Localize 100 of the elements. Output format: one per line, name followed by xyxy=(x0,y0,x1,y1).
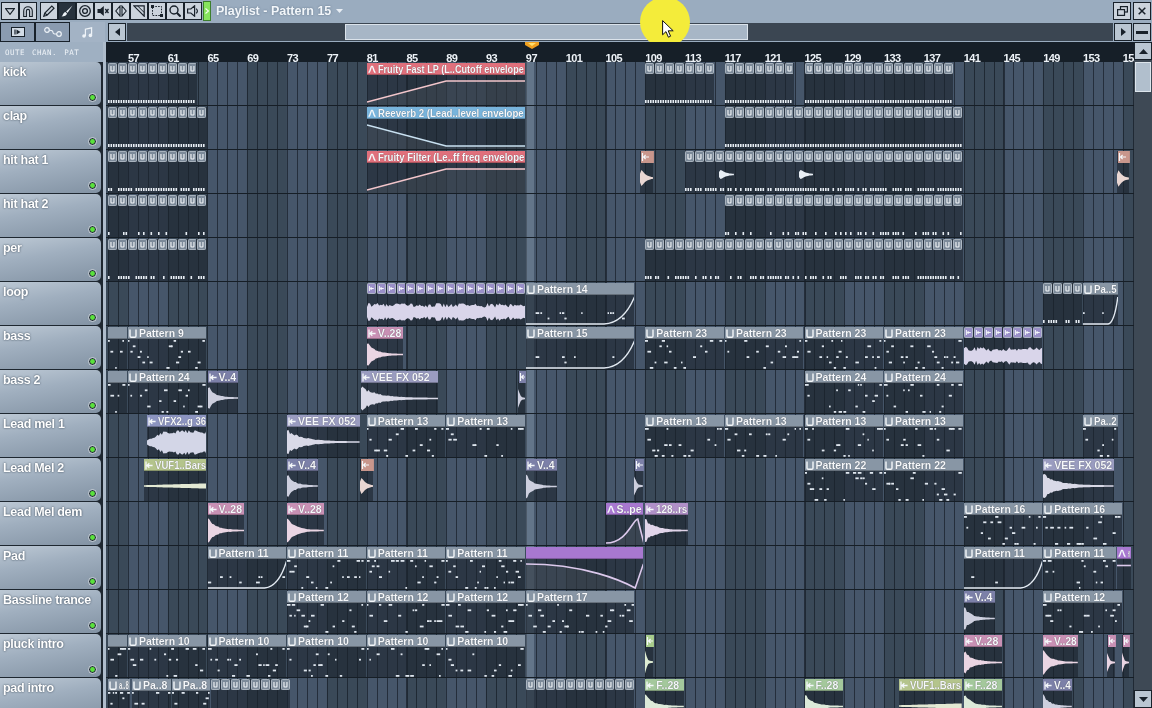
pattern-clip[interactable]: Pattern 13 xyxy=(884,415,963,457)
minus-button[interactable] xyxy=(1133,23,1151,41)
audio-clip[interactable] xyxy=(634,459,644,501)
pattern-clip[interactable] xyxy=(108,327,127,369)
pattern-clip-group[interactable] xyxy=(211,679,291,708)
audio-clip[interactable] xyxy=(1121,635,1129,677)
pattern-clip[interactable]: Pattern 13 xyxy=(724,415,804,457)
pattern-clip[interactable]: Pattern 17 xyxy=(525,591,635,633)
pattern-clip[interactable]: Pattern 12 xyxy=(446,591,525,633)
tool-button[interactable] xyxy=(58,2,76,20)
pattern-clip[interactable]: Pattern 13 xyxy=(645,415,724,457)
close-button[interactable] xyxy=(1133,2,1151,20)
restore-button[interactable] xyxy=(1113,2,1131,20)
pattern-clip[interactable]: Pattern 15 xyxy=(525,327,635,369)
pattern-clip-group[interactable] xyxy=(645,63,714,105)
pattern-clip[interactable]: Pattern 11 xyxy=(366,547,446,589)
track-header[interactable]: bass xyxy=(0,326,101,369)
track-header[interactable]: Pad xyxy=(0,546,101,589)
menu-button[interactable] xyxy=(1,2,19,20)
scrollbar-thumb[interactable] xyxy=(1135,62,1151,92)
audio-clip[interactable]: VEE FX 052 xyxy=(287,415,360,457)
track-header[interactable]: Lead mel 1 xyxy=(0,414,101,457)
pattern-clip[interactable]: Pattern 11 xyxy=(207,547,287,589)
pattern-clip[interactable]: Pattern 22 xyxy=(884,459,963,501)
automation-clip[interactable]: en xyxy=(1116,547,1131,589)
pattern-clip-group[interactable] xyxy=(108,239,207,281)
pattern-clip[interactable]: Pattern 16 xyxy=(1043,503,1122,545)
audio-clip[interactable] xyxy=(645,635,654,677)
pattern-clip-group[interactable] xyxy=(108,195,207,237)
audio-clip[interactable]: V..28 xyxy=(963,635,1003,677)
pattern-clip[interactable] xyxy=(108,371,127,413)
track-header[interactable]: bass 2 xyxy=(0,370,101,413)
pattern-clip[interactable]: Pattern 10 xyxy=(366,635,446,677)
pattern-clip[interactable]: Pattern 24 xyxy=(804,371,884,413)
audio-clip[interactable]: VUF1..Bars xyxy=(143,459,207,501)
pattern-clip[interactable]: Pattern 22 xyxy=(804,459,884,501)
snap-button[interactable] xyxy=(19,2,37,20)
pattern-clip[interactable]: Pattern 10 xyxy=(287,635,366,677)
pattern-clip-group[interactable] xyxy=(1043,283,1083,325)
pattern-clip[interactable]: Pattern 12 xyxy=(1043,591,1122,633)
track-header[interactable]: loop xyxy=(0,282,101,325)
view-tab[interactable] xyxy=(35,22,70,42)
pattern-clip-group[interactable] xyxy=(108,151,207,193)
automation-clip[interactable] xyxy=(525,547,644,589)
track-header[interactable]: pluck intro xyxy=(0,634,101,677)
audio-clip[interactable]: F..28 xyxy=(804,679,844,708)
audio-clip[interactable]: V..4 xyxy=(287,459,318,501)
audio-clip[interactable] xyxy=(1106,635,1115,677)
tool-button[interactable] xyxy=(94,2,112,20)
scroll-left-button[interactable] xyxy=(108,23,126,41)
scroll-up-button[interactable] xyxy=(1134,42,1152,60)
pattern-clip[interactable]: Pattern 11 xyxy=(446,547,525,589)
timeline-ruler[interactable]: 57 61 65 69 73 77 81 85 89 93 97 101 105 109 113 117 121 125 129 133 137 141 145 149 153 15 xyxy=(106,42,1134,62)
pattern-clip[interactable]: Pa..8 xyxy=(171,679,211,708)
audio-clip[interactable]: V..28 xyxy=(287,503,324,545)
pattern-clip[interactable]: a..8 xyxy=(108,679,130,708)
track-header[interactable]: pad intro xyxy=(0,678,101,708)
pattern-clip[interactable]: Pattern 11 xyxy=(287,547,366,589)
tool-button[interactable] xyxy=(166,2,184,20)
audio-clip[interactable]: V..28 xyxy=(207,503,245,545)
track-header[interactable]: hit hat 1 xyxy=(0,150,101,193)
pattern-clip-group[interactable] xyxy=(724,107,963,149)
pattern-clip-group[interactable] xyxy=(108,107,207,149)
audio-clip[interactable]: F..28 xyxy=(645,679,685,708)
pattern-clip[interactable]: Pattern 10 xyxy=(207,635,287,677)
audio-clip-group[interactable] xyxy=(366,283,525,325)
pattern-clip[interactable]: Pattern 16 xyxy=(963,503,1043,545)
pattern-clip[interactable]: Pattern 14 xyxy=(525,283,635,325)
audio-clip[interactable] xyxy=(1116,151,1129,193)
track-header[interactable]: Lead Mel dem xyxy=(0,502,101,545)
pattern-clip[interactable]: Pattern 12 xyxy=(287,591,366,633)
pattern-clip[interactable]: Pa..8 xyxy=(131,679,171,708)
tool-button[interactable] xyxy=(112,2,130,20)
pattern-clip-group[interactable] xyxy=(804,63,953,105)
pattern-clip[interactable]: Pattern 23 xyxy=(884,327,963,369)
track-header[interactable]: Lead Mel 2 xyxy=(0,458,101,501)
pattern-clip[interactable]: Pattern 23 xyxy=(645,327,724,369)
pattern-clip[interactable]: Pattern 10 xyxy=(446,635,525,677)
pattern-clip[interactable]: Pattern 11 xyxy=(963,547,1043,589)
automation-clip[interactable]: S..pe xyxy=(605,503,644,545)
audio-clip[interactable]: V..4 xyxy=(1043,679,1073,708)
pattern-clip[interactable]: Pa..2 xyxy=(1083,415,1118,457)
pattern-clip-group[interactable] xyxy=(685,151,963,193)
audio-clip[interactable]: V..4 xyxy=(963,591,995,633)
pattern-clip[interactable]: Pattern 13 xyxy=(804,415,884,457)
track-header[interactable]: per xyxy=(0,238,101,281)
automation-clip[interactable]: Fruity Fast LP (L..Cutoff envelope xyxy=(366,63,525,105)
audio-clip-group[interactable] xyxy=(963,327,1043,369)
pattern-clip[interactable]: Pattern 24 xyxy=(127,371,207,413)
scroll-down-button[interactable] xyxy=(1134,690,1152,708)
audio-clip[interactable]: 128..rs xyxy=(645,503,689,545)
tool-button[interactable] xyxy=(148,2,166,20)
audio-clip[interactable] xyxy=(517,371,525,413)
pattern-clip-group[interactable] xyxy=(645,239,963,281)
track-header[interactable]: Bassline trance xyxy=(0,590,101,633)
pattern-clip[interactable]: Pattern 23 xyxy=(804,327,884,369)
tool-button[interactable] xyxy=(184,2,202,20)
audio-clip[interactable]: VEE FX 052 xyxy=(1043,459,1114,501)
pattern-clip[interactable] xyxy=(108,635,127,677)
tool-button[interactable] xyxy=(76,2,94,20)
